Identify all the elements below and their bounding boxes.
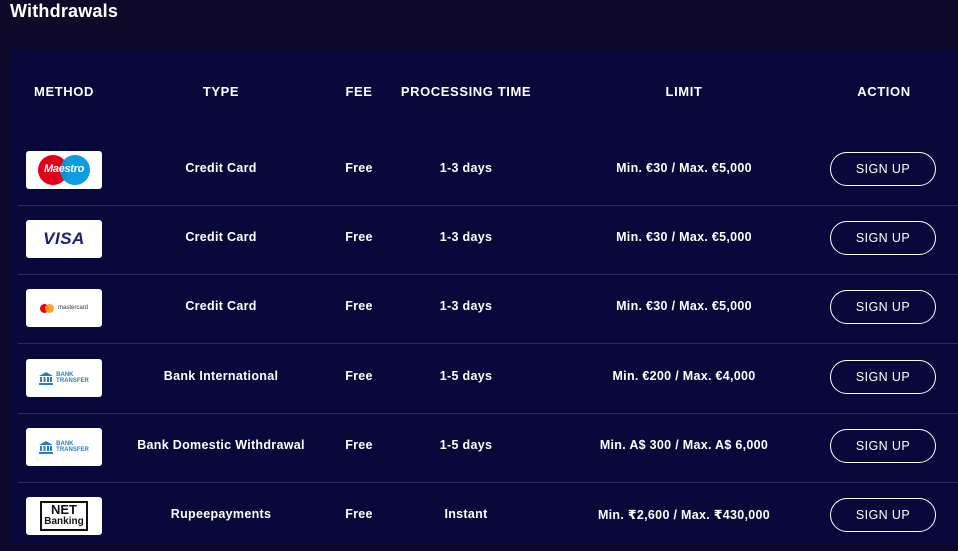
header-action: ACTION xyxy=(857,84,911,99)
sign-up-button[interactable]: SIGN UP xyxy=(830,221,936,255)
transfer-logo-text: TRANSFER xyxy=(56,447,89,453)
fee-cell: Free xyxy=(345,161,373,175)
limit-cell: Min. €30 / Max. €5,000 xyxy=(616,230,752,244)
withdrawals-table: METHOD TYPE FEE PROCESSING TIME LIMIT AC… xyxy=(10,50,958,545)
type-cell: Bank International xyxy=(163,369,279,383)
header-processing-time: PROCESSING TIME xyxy=(400,84,532,99)
visa-logo: VISA xyxy=(26,220,102,258)
maestro-logo: Maestro xyxy=(26,151,102,189)
net-banking-logo: NET Banking xyxy=(26,497,102,535)
header-type: TYPE xyxy=(202,84,240,99)
sign-up-button[interactable]: SIGN UP xyxy=(830,290,936,324)
type-cell: Credit Card xyxy=(185,161,257,175)
sign-up-button[interactable]: SIGN UP xyxy=(830,498,936,532)
table-row: NET Banking Rupeepayments Free Instant M… xyxy=(18,482,958,551)
type-cell: Credit Card xyxy=(185,230,257,244)
fee-cell: Free xyxy=(345,299,373,313)
processing-time-cell: 1-5 days xyxy=(439,369,493,383)
fee-cell: Free xyxy=(345,230,373,244)
bank-building-icon xyxy=(39,371,54,385)
table-row: BANK TRANSFER Bank International Free 1-… xyxy=(18,344,958,414)
mastercard-logo: mastercard xyxy=(26,289,102,327)
table-row: BANK TRANSFER Bank Domestic Withdrawal F… xyxy=(18,413,958,483)
visa-logo-text: VISA xyxy=(43,229,85,248)
type-cell: Rupeepayments xyxy=(170,507,272,521)
sign-up-button[interactable]: SIGN UP xyxy=(830,360,936,394)
table-row: VISA Credit Card Free 1-3 days Min. €30 … xyxy=(18,205,958,275)
banking-logo-text: Banking xyxy=(44,516,84,527)
limit-cell: Min. €200 / Max. €4,000 xyxy=(612,369,756,383)
limit-cell: Min. €30 / Max. €5,000 xyxy=(616,161,752,175)
limit-cell: Min. ₹2,600 / Max. ₹430,000 xyxy=(597,508,771,522)
processing-time-cell: 1-3 days xyxy=(439,230,493,244)
page-title: Withdrawals xyxy=(10,1,119,21)
header-fee: FEE xyxy=(345,84,373,99)
processing-time-cell: Instant xyxy=(444,507,488,521)
mastercard-circles-icon xyxy=(39,303,54,313)
table-header: METHOD TYPE FEE PROCESSING TIME LIMIT AC… xyxy=(10,50,958,134)
limit-cell: Min. A$ 300 / Max. A$ 6,000 xyxy=(599,438,769,452)
sign-up-button[interactable]: SIGN UP xyxy=(830,152,936,186)
header-method: METHOD xyxy=(34,84,94,99)
processing-time-cell: 1-3 days xyxy=(439,161,493,175)
table-row: mastercard Credit Card Free 1-3 days Min… xyxy=(18,274,958,344)
maestro-logo-text: Maestro xyxy=(43,163,85,175)
net-logo-text: NET xyxy=(51,502,77,517)
fee-cell: Free xyxy=(345,438,373,452)
sign-up-button[interactable]: SIGN UP xyxy=(830,429,936,463)
type-cell: Bank Domestic Withdrawal xyxy=(137,438,305,452)
type-cell: Credit Card xyxy=(185,299,257,313)
mastercard-logo-text: mastercard xyxy=(57,305,88,311)
table-row: Maestro Credit Card Free 1-3 days Min. €… xyxy=(18,136,958,206)
processing-time-cell: 1-3 days xyxy=(439,299,493,313)
limit-cell: Min. €30 / Max. €5,000 xyxy=(616,299,752,313)
fee-cell: Free xyxy=(345,369,373,383)
bank-transfer-logo: BANK TRANSFER xyxy=(26,428,102,466)
header-limit: LIMIT xyxy=(665,84,703,99)
processing-time-cell: 1-5 days xyxy=(439,438,493,452)
transfer-logo-text: TRANSFER xyxy=(56,378,89,384)
fee-cell: Free xyxy=(345,507,373,521)
bank-transfer-logo: BANK TRANSFER xyxy=(26,359,102,397)
bank-building-icon xyxy=(39,440,54,454)
